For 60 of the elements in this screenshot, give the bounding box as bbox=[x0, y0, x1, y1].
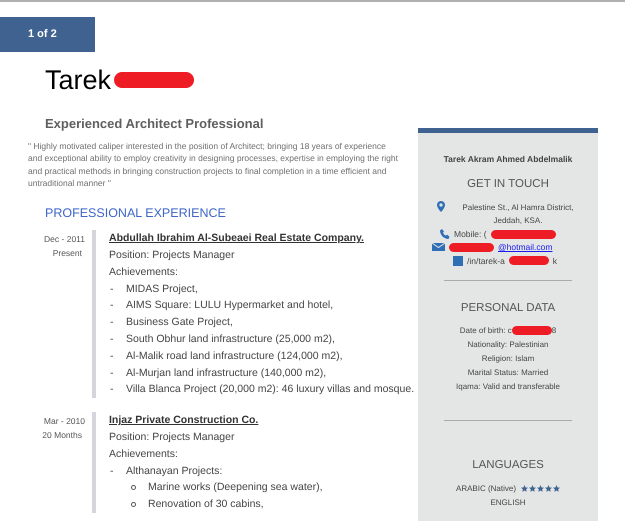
list-dash: - bbox=[109, 298, 114, 314]
mobile-text: Mobile: ( bbox=[454, 228, 487, 241]
list-item-text: Marine works (Deepening sea water), bbox=[148, 480, 322, 496]
list-dash: - bbox=[109, 332, 114, 348]
envelope-icon bbox=[432, 243, 445, 252]
achievements-label: Achievements: bbox=[109, 446, 179, 462]
linkedin-icon bbox=[453, 256, 463, 266]
section-heading: GET IN TOUCH bbox=[467, 176, 549, 192]
job-duration: Present bbox=[52, 247, 83, 260]
redaction-mark bbox=[508, 256, 549, 266]
full-name: Tarek Akram Ahmed Abdelmalik bbox=[444, 153, 572, 166]
list-item-text: Al-Murjan land infrastructure (140,000 m2), bbox=[125, 366, 326, 381]
phone-icon bbox=[440, 229, 450, 240]
section-heading: PERSONAL DATA bbox=[460, 301, 556, 316]
personal-data-text: Marital Status: Married bbox=[468, 366, 548, 378]
redaction-mark bbox=[512, 326, 552, 335]
headline: Experienced Architect Professional bbox=[45, 115, 264, 133]
list-dash: - bbox=[109, 366, 114, 381]
summary-paragraph: " Highly motivated caliper interested in the position of Architect; bringing 18 years of experience and exceptional ability to employ creativity in designing processes, expertise in employing the right and practical methods in bringing construction projects to final completion in a time efficient and untraditional manner " bbox=[28, 140, 398, 190]
company-name: Abdullah Ibrahim Al-Subeaei Real Estate Company. bbox=[109, 231, 365, 246]
list-dash: - bbox=[109, 348, 114, 364]
bullet-icon bbox=[131, 502, 136, 508]
personal-data-text: Religion: Islam bbox=[482, 352, 534, 365]
bullet-icon bbox=[131, 485, 136, 490]
list-item-text: Renovation of 30 cabins, bbox=[148, 497, 264, 512]
position-text: Position: Projects Manager bbox=[109, 248, 236, 264]
page-indicator: 1 of 2 bbox=[0, 17, 95, 52]
job-date: Dec - 2011 bbox=[44, 233, 85, 246]
list-item-text: MIDAS Project, bbox=[125, 282, 198, 297]
list-item-text: Althanayan Projects: bbox=[125, 464, 222, 479]
redaction-mark bbox=[449, 242, 494, 252]
list-dash: - bbox=[109, 382, 114, 398]
list-item-text: Al-Malik road land infrastructure (124,000 m2), bbox=[125, 348, 343, 364]
list-dash: - bbox=[109, 282, 114, 297]
linkedin-text: /in/tarek-a bbox=[467, 254, 505, 268]
company-name: Injaz Private Construction Co. bbox=[109, 413, 260, 428]
achievements-label: Achievements: bbox=[109, 264, 179, 280]
list-item-text: Business Gate Project, bbox=[125, 315, 233, 330]
list-item-text: South Obhur land infrastructure (25,000 m2), bbox=[125, 332, 335, 348]
job-duration: 20 Months bbox=[42, 429, 83, 442]
email-link[interactable]: @hotmail.com bbox=[498, 240, 552, 254]
personal-data-text: 8 bbox=[552, 324, 556, 336]
language-name: ENGLISH bbox=[490, 496, 526, 509]
list-item-text: AIMS Square: LULU Hypermarket and hotel, bbox=[125, 298, 334, 314]
address-text: Palestine St., Al Hamra District, Jeddah, KSA. bbox=[461, 202, 575, 227]
section-heading: LANGUAGES bbox=[472, 458, 544, 472]
job-date: Mar - 2010 bbox=[44, 415, 85, 428]
section-heading: PROFESSIONAL EXPERIENCE bbox=[45, 204, 227, 222]
list-dash: - bbox=[109, 464, 114, 479]
location-pin-icon bbox=[436, 201, 444, 212]
position-text: Position: Projects Manager bbox=[109, 430, 236, 446]
personal-data-text: Iqama: Valid and transferable bbox=[456, 380, 560, 393]
name-heading: Tarek bbox=[45, 64, 112, 96]
linkedin-text: k bbox=[552, 254, 558, 268]
personal-data-text: Nationality: Palestinian bbox=[468, 338, 548, 351]
personal-data-text: Date of birth: c bbox=[460, 324, 512, 336]
language-name: ARABIC (Native) bbox=[456, 482, 516, 495]
list-dash: - bbox=[109, 315, 114, 330]
redaction-mark bbox=[490, 230, 556, 239]
list-item-text: Villa Blanca Project (20,000 m2): 46 luxury villas and mosque. bbox=[125, 382, 414, 398]
